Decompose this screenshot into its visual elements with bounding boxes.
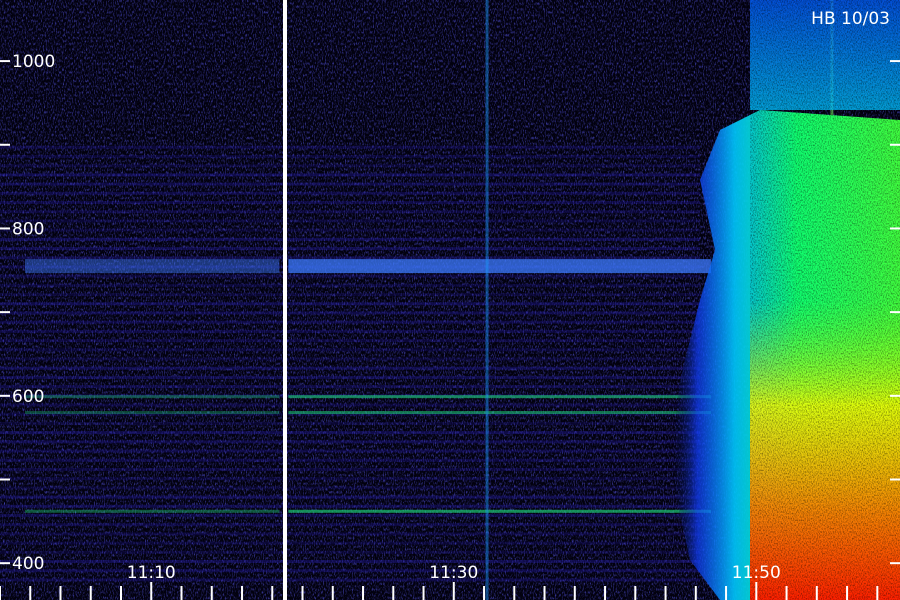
emission-band xyxy=(25,395,280,399)
background-band xyxy=(0,329,700,333)
background-band xyxy=(0,191,700,195)
background-band xyxy=(0,550,700,554)
background-band xyxy=(0,348,700,352)
background-band xyxy=(0,449,700,453)
emission-band xyxy=(25,509,280,513)
background-band xyxy=(0,293,700,297)
background-band xyxy=(0,431,700,435)
data-gap-marker xyxy=(283,0,287,600)
background-band xyxy=(0,421,700,425)
background-band xyxy=(0,486,700,490)
x-tick-label: 11:30 xyxy=(429,563,478,583)
background-band xyxy=(0,357,700,361)
y-tick-label: 600 xyxy=(12,387,44,407)
background-band xyxy=(0,504,700,508)
x-tick-label: 11:50 xyxy=(732,563,781,583)
background-band xyxy=(0,256,700,260)
background-band xyxy=(0,467,700,471)
background-band xyxy=(0,320,700,324)
emission-band xyxy=(288,395,711,399)
spectrogram-chart: 400 600 800 1000 11:10 11:30 11:50 HB 10/03 xyxy=(0,0,900,600)
background-band xyxy=(0,274,700,278)
background-band xyxy=(0,477,700,481)
background-band xyxy=(0,523,700,527)
station-label: HB 10/03 xyxy=(811,9,890,29)
background-band xyxy=(0,385,700,389)
background-band xyxy=(0,283,700,287)
y-tick-label: 1000 xyxy=(12,52,55,72)
emission-band xyxy=(288,509,711,513)
background-band xyxy=(0,228,700,232)
y-tick-label: 400 xyxy=(12,554,44,574)
background-band xyxy=(0,247,700,251)
background-band xyxy=(0,145,700,149)
background-band xyxy=(0,219,700,223)
emission-band xyxy=(288,411,711,415)
background-band xyxy=(0,339,700,343)
x-tick-label: 11:10 xyxy=(127,563,176,583)
background-band xyxy=(0,164,700,168)
background-band xyxy=(0,495,700,499)
background-band xyxy=(0,578,700,582)
emission-band xyxy=(288,259,711,274)
background-band xyxy=(0,237,700,241)
y-tick-label: 800 xyxy=(12,219,44,239)
background-band xyxy=(0,403,700,407)
background-band xyxy=(0,541,700,545)
emission-band xyxy=(25,259,280,274)
background-band xyxy=(0,173,700,177)
background-band xyxy=(0,201,700,205)
background-band xyxy=(0,366,700,370)
background-band xyxy=(0,569,700,573)
background-band xyxy=(0,513,700,517)
background-band xyxy=(0,210,700,214)
background-band xyxy=(0,302,700,306)
background-band xyxy=(0,560,700,564)
background-band xyxy=(0,440,700,444)
emission-band xyxy=(25,411,280,415)
background-band xyxy=(0,311,700,315)
background-band xyxy=(0,154,700,158)
background-band xyxy=(0,532,700,536)
background-band xyxy=(0,375,700,379)
background-band xyxy=(0,182,700,186)
interference-spike xyxy=(485,0,489,600)
background-band xyxy=(0,458,700,462)
